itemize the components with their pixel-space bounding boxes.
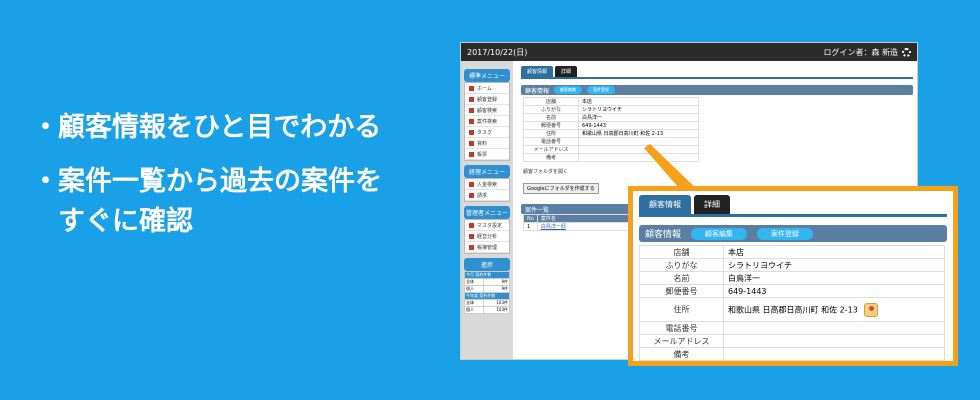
table-row: 名前 白鳥洋一 — [639, 271, 945, 285]
zoom-tab-bar: 顧客情報 詳細 — [639, 195, 947, 217]
field-value — [723, 321, 945, 335]
section-title: 顧客情報 — [645, 230, 682, 240]
field-value: 白鳥洋一 — [723, 271, 945, 285]
field-value: シラトリヨウイチ — [723, 258, 945, 272]
zoom-customer-info-table: 店舗 本店 ふりがな シラトリヨウイチ 名前 白鳥洋一 郵便番号 649-1443 住所… — [639, 245, 945, 361]
field-value — [723, 334, 945, 348]
field-value: 本店 — [723, 245, 945, 259]
address-text: 和歌山県 日高郡日高川町 和佐 2-13 — [728, 305, 858, 314]
field-value: 649-1443 — [723, 284, 945, 298]
table-row: 店舗 本店 — [639, 245, 945, 259]
zoom-callout: 顧客情報 詳細 顧客情報 顧客編集 案件登録 店舗 本店 ふりがな シラトリヨウイチ… — [628, 186, 958, 366]
map-icon[interactable] — [863, 302, 878, 317]
field-label: 店舗 — [639, 245, 724, 259]
register-case-button[interactable]: 案件登録 — [757, 227, 814, 240]
table-row: 住所 和歌山県 日高郡日高川町 和佐 2-13 — [639, 297, 945, 322]
zoom-section-header: 顧客情報 顧客編集 案件登録 — [639, 225, 947, 242]
field-label: 住所 — [639, 297, 724, 322]
field-label: 郵便番号 — [639, 284, 724, 298]
field-label: メールアドレス — [639, 334, 724, 348]
table-row: 備考 — [639, 347, 945, 361]
table-row: 電話番号 — [639, 321, 945, 335]
field-label: 名前 — [639, 271, 724, 285]
field-value: 和歌山県 日高郡日高川町 和佐 2-13 — [723, 297, 945, 322]
edit-customer-button[interactable]: 顧客編集 — [691, 227, 748, 240]
field-value — [723, 347, 945, 361]
table-row: ふりがな シラトリヨウイチ — [639, 258, 945, 272]
table-row: 郵便番号 649-1443 — [639, 284, 945, 298]
tab-details[interactable]: 詳細 — [694, 195, 730, 214]
field-label: 備考 — [639, 347, 724, 361]
table-row: メールアドレス — [639, 334, 945, 348]
tab-customer-info[interactable]: 顧客情報 — [639, 195, 691, 214]
field-label: ふりがな — [639, 258, 724, 272]
field-label: 電話番号 — [639, 321, 724, 335]
